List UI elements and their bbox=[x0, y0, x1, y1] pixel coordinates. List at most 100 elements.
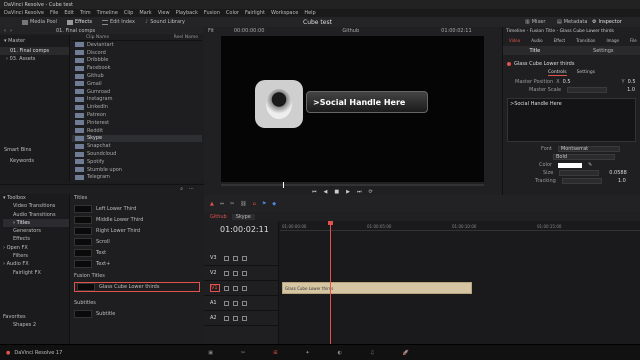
tab-ctrl-settings[interactable]: Settings bbox=[577, 70, 595, 75]
clip-item[interactable]: Telegram bbox=[72, 174, 202, 182]
tab-effect[interactable]: Effect bbox=[554, 38, 566, 43]
menu-item[interactable]: File bbox=[50, 10, 58, 16]
title-item[interactable]: Right Lower Third bbox=[74, 226, 200, 236]
mixer-button[interactable]: ▥ Mixer bbox=[525, 19, 545, 25]
tab-audio[interactable]: Audio bbox=[531, 38, 542, 43]
trim-tool-icon[interactable]: ⇔ bbox=[220, 201, 224, 207]
timeline-name[interactable]: Github bbox=[210, 214, 227, 220]
menu-item[interactable]: Edit bbox=[64, 10, 74, 16]
playhead[interactable] bbox=[328, 221, 333, 344]
clip-item[interactable]: Stumble upon bbox=[72, 166, 202, 174]
clip-item[interactable]: Reddit bbox=[72, 127, 202, 135]
title-item[interactable]: Scroll bbox=[74, 237, 200, 247]
viewer-clip-name[interactable]: Github bbox=[342, 28, 359, 34]
menu-item[interactable]: View bbox=[158, 10, 170, 16]
style-dropdown[interactable]: Bold bbox=[553, 154, 615, 160]
clip-item[interactable]: Pinterest bbox=[72, 119, 202, 127]
pos-y-field[interactable]: 0.5 bbox=[628, 79, 636, 85]
back-icon[interactable]: ‹ bbox=[4, 28, 6, 34]
openfx-item[interactable]: › Open FX bbox=[3, 244, 69, 252]
toolbox-item[interactable]: ▾ Toolbox bbox=[3, 194, 69, 202]
mute-icon[interactable] bbox=[242, 315, 247, 321]
title-item[interactable]: Text bbox=[74, 248, 200, 258]
tab-image[interactable]: Image bbox=[606, 38, 619, 43]
clip-item[interactable]: Snapchat bbox=[72, 142, 202, 150]
menu-item[interactable]: Fusion bbox=[204, 10, 220, 16]
clip-item[interactable]: Dribbble bbox=[72, 57, 202, 65]
color-swatch[interactable] bbox=[558, 162, 583, 168]
bin-item[interactable]: 01. Final comps bbox=[0, 47, 69, 55]
metadata-button[interactable]: ▤ Metadata bbox=[557, 19, 587, 25]
master-bin[interactable]: ▾ Master bbox=[0, 35, 69, 47]
eye-icon[interactable] bbox=[233, 285, 238, 291]
fusion-page-icon[interactable]: ✦ bbox=[305, 350, 309, 356]
menu-item[interactable]: Fairlight bbox=[245, 10, 265, 16]
titles-item[interactable]: › Titles bbox=[3, 218, 69, 228]
clip-item[interactable]: LinkedIn bbox=[72, 103, 202, 111]
menu-item[interactable]: DaVinci Resolve bbox=[4, 10, 44, 16]
clip-item[interactable]: Gmail bbox=[72, 80, 202, 88]
title-item[interactable]: Left Lower Third bbox=[74, 204, 200, 214]
clip-item[interactable]: Facebook bbox=[72, 64, 202, 72]
mute-icon[interactable] bbox=[242, 300, 247, 306]
filters-item[interactable]: Filters bbox=[3, 252, 69, 260]
audiofx-item[interactable]: › Audio FX bbox=[3, 260, 69, 268]
link-icon[interactable]: ⛓ bbox=[240, 201, 246, 207]
menu-item[interactable]: Mark bbox=[139, 10, 151, 16]
tab-settings[interactable]: Settings bbox=[593, 48, 614, 54]
sound-library-button[interactable]: ♪ Sound Library bbox=[145, 19, 185, 25]
inspector-button[interactable]: ⚙ Inspector bbox=[592, 19, 622, 25]
tab-title[interactable]: Title bbox=[529, 48, 540, 54]
fairlight-fx-item[interactable]: Fairlight FX bbox=[3, 269, 69, 277]
forward-icon[interactable]: › bbox=[10, 28, 12, 34]
playhead-handle[interactable] bbox=[328, 221, 333, 225]
size-slider[interactable] bbox=[559, 170, 600, 176]
audio-transitions-item[interactable]: Audio Transitions bbox=[3, 211, 69, 219]
menu-item[interactable]: Timeline bbox=[97, 10, 118, 16]
lock-icon[interactable] bbox=[224, 300, 229, 306]
size-value[interactable]: 0.0588 bbox=[609, 170, 627, 176]
visibility-icon[interactable] bbox=[242, 255, 247, 261]
master-scale-value[interactable]: 1.0 bbox=[627, 87, 635, 93]
menu-item[interactable]: Clip bbox=[124, 10, 133, 16]
subtitle-item[interactable]: Subtitle bbox=[74, 309, 200, 319]
eyedropper-icon[interactable]: ✎ bbox=[588, 162, 592, 168]
generators-item[interactable]: Generators bbox=[3, 227, 69, 235]
col-reel-name[interactable]: Reel Name bbox=[174, 35, 198, 40]
clip-item[interactable]: Soundcloud bbox=[72, 150, 202, 158]
master-scale-slider[interactable] bbox=[567, 87, 608, 93]
cut-page-icon[interactable]: ✂ bbox=[241, 350, 245, 356]
solo-icon[interactable] bbox=[233, 315, 238, 321]
edit-index-button[interactable]: Edit Index bbox=[101, 19, 135, 25]
marker-icon[interactable]: ◆ bbox=[272, 201, 276, 207]
title-item[interactable]: Text+ bbox=[74, 259, 200, 269]
media-page-icon[interactable]: ▣ bbox=[208, 350, 213, 356]
scrubber[interactable] bbox=[221, 182, 484, 188]
clip-item[interactable]: Gumroad bbox=[72, 88, 202, 96]
favorite-item[interactable]: Shapes 2 bbox=[3, 321, 69, 329]
eye-icon[interactable] bbox=[233, 255, 238, 261]
clip-item[interactable]: Instagram bbox=[72, 96, 202, 104]
keywords-bin[interactable]: Keywords bbox=[10, 158, 34, 164]
more-options-icon[interactable]: ⋯ bbox=[189, 186, 194, 192]
menu-item[interactable]: Help bbox=[304, 10, 315, 16]
scrubber-playhead[interactable] bbox=[283, 182, 284, 188]
bin-item[interactable]: › 03. Assets bbox=[0, 55, 69, 63]
fusion-title-item[interactable]: Glass Cube Lower thirds bbox=[74, 282, 200, 292]
lock-icon[interactable] bbox=[224, 255, 229, 261]
clip-item[interactable]: Skype bbox=[72, 134, 202, 143]
lock-icon[interactable] bbox=[224, 285, 229, 291]
lock-icon[interactable] bbox=[224, 270, 229, 276]
clip-item[interactable]: Deviantart bbox=[72, 41, 202, 49]
visibility-icon[interactable] bbox=[242, 285, 247, 291]
menu-item[interactable]: Color bbox=[226, 10, 239, 16]
flag-icon[interactable]: ⚑ bbox=[262, 201, 266, 207]
timeline-ruler[interactable]: 01:00:00:00 01:00:05:00 01:00:10:00 01:0… bbox=[280, 221, 640, 231]
search-icon[interactable]: ⌕ bbox=[180, 186, 183, 192]
pos-x-field[interactable]: 0.5 bbox=[563, 79, 571, 85]
clip-item[interactable]: Discord bbox=[72, 49, 202, 57]
video-transitions-item[interactable]: Video Transitions bbox=[3, 202, 69, 210]
effects-item[interactable]: Effects bbox=[3, 235, 69, 243]
timeline-clip[interactable]: Glass Cube Lower thirds bbox=[282, 282, 472, 294]
selection-tool-icon[interactable]: ▲ bbox=[210, 201, 214, 207]
